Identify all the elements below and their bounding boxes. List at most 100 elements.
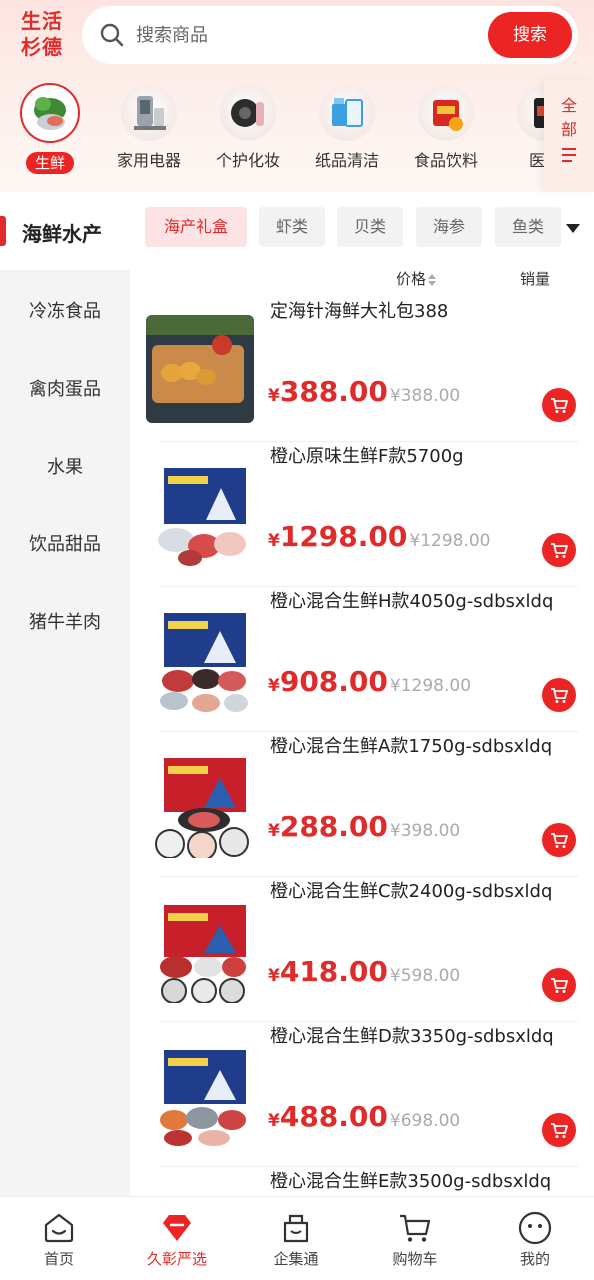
cart-icon [551,398,568,413]
original-price: ¥1298.00 [409,531,491,551]
product-item[interactable]: 橙心混合生鲜E款3500g-sdbsxldq [130,1167,594,1196]
appliance-icon [121,85,177,141]
cosmetics-icon [220,85,276,141]
product-item[interactable]: 橙心混合生鲜H款4050g-sdbsxldq ¥908.00 ¥1298.00 [130,587,594,732]
search-bar: 搜索 [82,6,578,64]
sort-sales-label: 销量 [520,270,551,288]
original-price: ¥598.00 [389,966,461,986]
sidebar-item-frozen[interactable]: 冷冻食品 [0,297,130,323]
sidebar-item-meat[interactable]: 猪牛羊肉 [0,608,130,634]
price-value: 1298.00 [279,520,408,553]
cart-icon [551,688,568,703]
product-price: ¥488.00 ¥698.00 [268,1100,460,1133]
nav-selection[interactable]: 久彰严选 [118,1197,236,1280]
product-name: 橙心混合生鲜E款3500g-sdbsxldq [270,1171,552,1192]
bottom-nav: 首页 久彰严选 企集通 购物车 我的 [0,1196,594,1280]
currency-symbol: ¥ [268,966,280,986]
search-input[interactable] [136,20,466,50]
product-image [146,895,254,1003]
sort-by-sales[interactable]: 销量 [520,268,550,289]
original-price: ¥1298.00 [389,676,472,696]
product-name: 橙心混合生鲜D款3350g-sdbsxldq [270,1026,554,1047]
subtab-shrimp[interactable]: 虾类 [259,207,325,247]
sidebar-item-poultry-eggs[interactable]: 禽肉蛋品 [0,375,130,401]
cart-icon [400,1214,431,1242]
sort-by-price[interactable]: 价格 [396,268,437,289]
subtab-sea-cucumber[interactable]: 海参 [416,207,482,247]
nav-profile[interactable]: 我的 [476,1197,594,1280]
sidebar-item-label: 海鲜水产 [22,222,102,246]
category-appliance[interactable]: 家用电器 [99,82,199,172]
category-cosmetics[interactable]: 个护化妆 [198,82,298,172]
brand-logo[interactable]: 生活 杉德 [14,8,70,60]
nav-enterprise[interactable]: 企集通 [237,1197,355,1280]
add-to-cart-button[interactable] [542,388,576,422]
category-food-drink[interactable]: 食品饮料 [396,82,496,172]
search-button[interactable]: 搜索 [488,12,572,58]
category-paper-cleaning[interactable]: 纸品清洁 [297,82,397,172]
all-categories-line-2: 部 [560,120,577,139]
product-image [146,750,254,858]
paper-cleaning-icon [319,85,375,141]
nav-label: 购物车 [392,1250,438,1268]
sidebar-item-drinks-desserts[interactable]: 饮品甜品 [0,530,130,556]
product-item[interactable]: 定海针海鲜大礼包388 ¥388.00 ¥388.00 [130,297,594,442]
category-label: 个护化妆 [215,151,280,170]
product-item[interactable]: 橙心原味生鲜F款5700g ¥1298.00 ¥1298.00 [130,442,594,587]
nav-home[interactable]: 首页 [0,1197,118,1280]
category-sidebar: 海鲜水产 冷冻食品 禽肉蛋品 水果 饮品甜品 猪牛羊肉 [0,192,130,1196]
add-to-cart-button[interactable] [542,1113,576,1147]
add-to-cart-button[interactable] [542,533,576,567]
sidebar-item-fruit[interactable]: 水果 [0,453,130,479]
price-value: 908.00 [279,665,388,698]
chevron-down-icon[interactable] [566,224,580,233]
home-icon [44,1213,74,1243]
subtab-fish[interactable]: 鱼类 [495,207,561,247]
nav-cart[interactable]: 购物车 [356,1197,474,1280]
selection-icon [163,1215,191,1241]
product-price: ¥288.00 ¥398.00 [268,810,460,843]
currency-symbol: ¥ [268,676,280,696]
add-to-cart-button[interactable] [542,678,576,712]
product-item[interactable]: 橙心混合生鲜C款2400g-sdbsxldq ¥418.00 ¥598.00 [130,877,594,1022]
original-price: ¥698.00 [389,1111,461,1131]
cart-icon [551,543,568,558]
add-to-cart-button[interactable] [542,968,576,1002]
medicine-icon [517,85,544,141]
active-indicator [0,216,6,246]
product-name: 橙心混合生鲜C款2400g-sdbsxldq [270,881,553,902]
category-label: 食品饮料 [413,151,478,170]
enterprise-bag-icon [283,1214,309,1243]
cart-icon [551,1123,568,1138]
product-name: 定海针海鲜大礼包388 [270,301,449,322]
food-drink-icon [418,85,474,141]
category-label: 生鲜 [25,152,74,174]
sidebar-item-seafood[interactable]: 海鲜水产 [0,192,130,270]
list-icon [562,148,576,162]
product-image [146,460,254,568]
subtab-gift-box[interactable]: 海产礼盒 [145,207,247,247]
product-image [146,605,254,713]
product-item[interactable]: 橙心混合生鲜A款1750g-sdbsxldq ¥288.00 ¥398.00 [130,732,594,877]
product-item[interactable]: 橙心混合生鲜D款3350g-sdbsxldq ¥488.00 ¥698.00 [130,1022,594,1167]
original-price: ¥388.00 [389,386,461,406]
currency-symbol: ¥ [268,386,280,406]
category-fresh[interactable]: 生鲜 [0,82,100,174]
brand-line-2: 杉德 [21,35,63,59]
add-to-cart-button[interactable] [542,823,576,857]
subcategory-tabs: 海产礼盒 虾类 贝类 海参 鱼类 [145,207,565,247]
all-categories-button[interactable]: 全 部 [544,80,594,192]
nav-label: 企集通 [273,1250,319,1268]
sort-arrows-icon [428,273,437,286]
subtab-shellfish[interactable]: 贝类 [337,207,403,247]
brand-line-1: 生活 [21,9,63,33]
currency-symbol: ¥ [268,1111,280,1131]
original-price: ¥398.00 [389,821,461,841]
price-value: 288.00 [279,810,388,843]
product-price: ¥1298.00 ¥1298.00 [268,520,491,553]
product-name: 橙心混合生鲜A款1750g-sdbsxldq [270,736,553,757]
product-name: 橙心原味生鲜F款5700g [270,446,464,467]
all-categories-line-1: 全 [560,96,577,115]
app-page: 生活 杉德 搜索 生鲜 [0,0,594,1280]
category-medicine[interactable]: 医药 [495,82,544,172]
